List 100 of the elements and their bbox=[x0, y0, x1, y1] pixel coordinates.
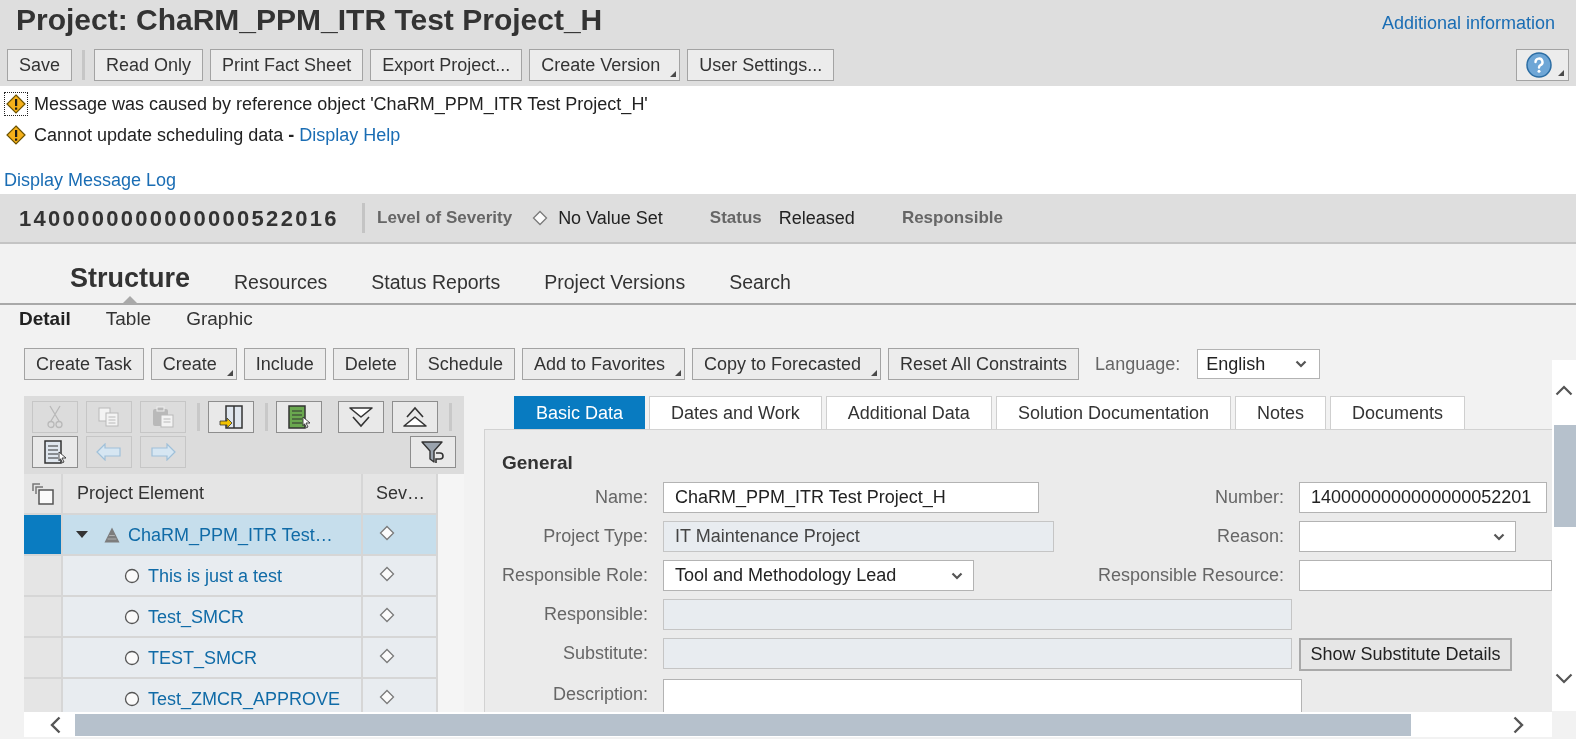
chevron-down-icon bbox=[1295, 360, 1308, 368]
sub-tab[interactable]: Graphic bbox=[186, 308, 253, 330]
tree-item-link[interactable]: ChaRM_PPM_ITR Test… bbox=[128, 524, 333, 545]
circle-icon bbox=[124, 608, 140, 625]
main-tab[interactable]: Status Reports bbox=[349, 244, 523, 303]
toolbar-button[interactable]: User Settings... bbox=[687, 48, 835, 81]
form-tab[interactable]: Documents bbox=[1330, 396, 1466, 429]
toolbar-button[interactable]: Create Task bbox=[24, 348, 144, 380]
help-button[interactable] bbox=[1516, 48, 1569, 81]
collapse-triangle-icon[interactable] bbox=[76, 531, 88, 538]
message-log-link[interactable]: Display Message Log bbox=[4, 169, 177, 191]
tree-item-link[interactable]: TEST_SMCR bbox=[148, 647, 257, 668]
field-label: Responsible Role: bbox=[502, 564, 648, 587]
form-button[interactable]: Show Substitute Details bbox=[1299, 638, 1512, 671]
attribute-label: Level of Severity bbox=[377, 207, 513, 230]
overlapping-squares-icon[interactable] bbox=[31, 482, 54, 505]
help-link[interactable]: Display Help bbox=[299, 125, 401, 145]
diamond-icon bbox=[379, 525, 395, 541]
toolbar-button[interactable]: Add to Favorites bbox=[521, 348, 685, 380]
toolbar-button[interactable]: Export Project... bbox=[370, 48, 523, 81]
scrollbar-thumb[interactable] bbox=[75, 713, 1411, 736]
attribute-value: No Value Set bbox=[558, 206, 663, 230]
form-tab[interactable]: Basic Data bbox=[514, 396, 646, 429]
double-chevron-up-icon bbox=[402, 406, 428, 428]
filter-icon bbox=[421, 440, 445, 464]
column-header: Project Element bbox=[63, 474, 363, 515]
scroll-left-icon[interactable] bbox=[49, 715, 61, 734]
collapse-all-button[interactable] bbox=[392, 401, 438, 433]
additional-information-link[interactable]: Additional information bbox=[1381, 0, 1569, 34]
toolbar-button[interactable] bbox=[32, 436, 78, 468]
circle-icon bbox=[124, 690, 140, 707]
arrow-left-icon bbox=[96, 443, 122, 461]
form-tab[interactable]: Solution Documentation bbox=[995, 396, 1231, 429]
filter-button[interactable] bbox=[410, 436, 456, 468]
toolbar-button[interactable]: Delete bbox=[332, 348, 409, 380]
attribute-label: Status bbox=[709, 207, 762, 230]
toolbar-button[interactable]: Create Version bbox=[529, 48, 681, 81]
field-label: Name: bbox=[594, 486, 648, 509]
message-text: Cannot update scheduling data - Display Help bbox=[34, 124, 401, 146]
horizontal-scrollbar[interactable] bbox=[24, 712, 1552, 737]
toolbar-button[interactable]: Include bbox=[243, 348, 326, 380]
form-tab[interactable]: Additional Data bbox=[825, 396, 992, 429]
field-label: Responsible: bbox=[542, 603, 648, 626]
form-tab[interactable]: Notes bbox=[1235, 396, 1327, 429]
circle-icon bbox=[124, 567, 140, 584]
attribute-value: Released bbox=[778, 206, 855, 230]
field-label: Substitute: bbox=[561, 642, 648, 665]
text-input[interactable]: ChaRM_PPM_ITR Test Project_H bbox=[663, 482, 1039, 513]
tree-item-link[interactable]: Test_SMCR bbox=[148, 606, 245, 627]
toolbar-button[interactable]: Reset All Constraints bbox=[888, 348, 1080, 380]
tree-item-link[interactable]: This is just a test bbox=[148, 565, 283, 586]
help-icon bbox=[1526, 51, 1552, 78]
scroll-up-icon[interactable] bbox=[1555, 384, 1573, 396]
toolbar-button[interactable]: Copy to Forecasted bbox=[691, 348, 882, 380]
message-text: Message was caused by reference object 'ChaRM_PPM_ITR Test Project_H' bbox=[34, 93, 648, 115]
tree-item-link[interactable]: Test_ZMCR_APPROVE bbox=[148, 688, 341, 709]
dropdown-field[interactable]: Tool and Methodology Lead bbox=[663, 560, 974, 591]
field-label: Description: bbox=[551, 683, 648, 706]
scroll-down-icon[interactable] bbox=[1555, 673, 1573, 685]
language-label: Language: bbox=[1095, 352, 1181, 376]
attribute-label: Responsible bbox=[901, 207, 1003, 230]
main-tab[interactable]: Project Versions bbox=[522, 244, 708, 303]
main-tab[interactable]: Search bbox=[707, 244, 813, 303]
pyramid-icon bbox=[104, 526, 120, 543]
chevron-down-icon bbox=[1493, 532, 1505, 541]
page-title: Project: ChaRM_PPM_ITR Test Project_H bbox=[15, 2, 603, 37]
circle-icon bbox=[124, 649, 140, 666]
expand-all-button[interactable] bbox=[338, 401, 384, 433]
main-tab[interactable]: Structure bbox=[48, 244, 213, 303]
field-label: Number: bbox=[1214, 486, 1284, 509]
toolbar-button[interactable] bbox=[208, 401, 254, 433]
toolbar-button[interactable] bbox=[276, 401, 322, 433]
field-label: Responsible Resource: bbox=[1097, 564, 1284, 587]
field-label: Reason: bbox=[1216, 525, 1284, 548]
documents-icon bbox=[98, 407, 120, 427]
sub-tab[interactable]: Table bbox=[105, 308, 152, 330]
form-tab[interactable]: Dates and Work bbox=[649, 396, 822, 429]
column-header: Sev… bbox=[363, 474, 438, 515]
main-tab[interactable]: Resources bbox=[212, 244, 350, 303]
text-input[interactable]: 1400000000000000052201 bbox=[1299, 482, 1547, 513]
text-input[interactable] bbox=[1299, 560, 1552, 591]
table-arrow-icon bbox=[219, 405, 243, 429]
row-selector[interactable] bbox=[24, 515, 63, 556]
toolbar-button[interactable]: Create bbox=[150, 348, 237, 380]
toolbar-button[interactable]: Print Fact Sheet bbox=[210, 48, 364, 81]
toolbar-button[interactable]: Save bbox=[7, 48, 73, 81]
toolbar-button[interactable]: Read Only bbox=[94, 48, 204, 81]
scroll-right-icon[interactable] bbox=[1513, 715, 1525, 734]
dropdown-field[interactable] bbox=[1299, 521, 1516, 552]
arrow-right-icon bbox=[150, 443, 176, 461]
field-label: Project Type: bbox=[542, 525, 648, 548]
chevron-down-icon bbox=[951, 571, 963, 580]
clipboard-icon bbox=[152, 406, 174, 428]
language-dropdown[interactable]: English bbox=[1197, 349, 1321, 379]
document-cursor-icon bbox=[43, 440, 67, 464]
scrollbar-thumb[interactable] bbox=[1554, 425, 1576, 527]
vertical-scrollbar[interactable] bbox=[1552, 360, 1576, 711]
sub-tab[interactable]: Detail bbox=[19, 308, 71, 330]
toolbar-button[interactable]: Schedule bbox=[415, 348, 515, 380]
list-cursor-icon bbox=[287, 405, 311, 429]
